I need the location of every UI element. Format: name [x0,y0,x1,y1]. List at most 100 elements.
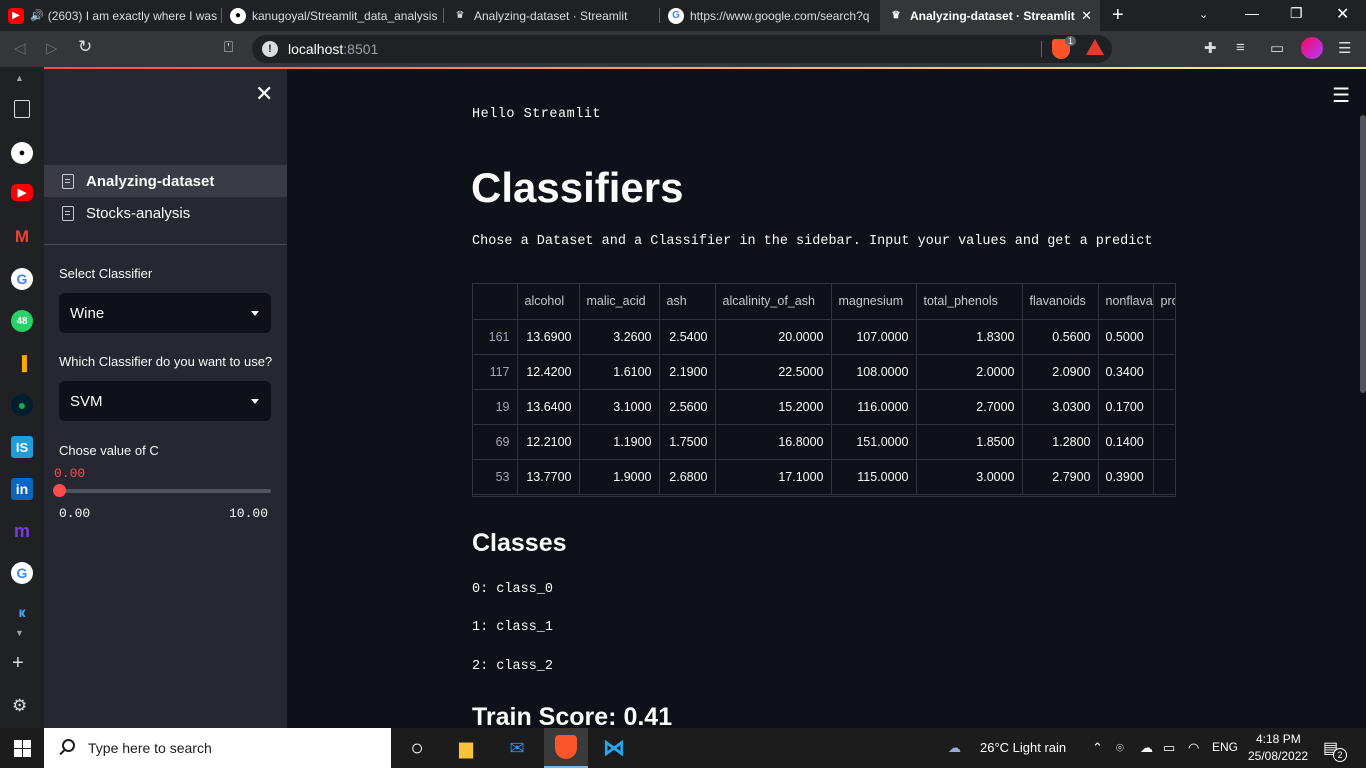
profile-avatar[interactable] [1301,37,1323,59]
analytics-icon[interactable]: ▐ [11,352,33,374]
table-cell[interactable]: 1.8500 [916,424,1023,460]
browser-tab[interactable]: ● kanugoyal/Streamlit_data_analysis [222,0,444,31]
browser-tab[interactable]: ♛ Analyzing-dataset · Streamlit [444,0,660,31]
kite-icon[interactable]: ҝ [11,601,33,623]
table-cell[interactable]: 16.8000 [715,424,832,460]
column-header[interactable]: nonflava [1098,284,1154,320]
table-cell[interactable]: 108.0000 [831,354,917,390]
site-info-icon[interactable]: ! [262,41,278,57]
medium-icon[interactable]: m [11,520,33,542]
clock-date[interactable]: 25/08/2022 [1248,749,1308,763]
restore-icon[interactable]: ❐ [1290,5,1303,22]
table-cell[interactable]: 15.2000 [715,389,832,425]
table-cell[interactable]: 115.0000 [831,459,917,495]
row-index-cell[interactable]: 53 [473,459,518,495]
google-icon[interactable]: G [11,562,33,584]
mongodb-icon[interactable]: ● [11,394,33,416]
meet-now-icon[interactable]: ⌾ [1116,740,1124,756]
table-cell[interactable]: 151.0000 [831,424,917,460]
playlist-icon[interactable]: ≡ [1236,39,1245,56]
table-cell[interactable]: 13.6400 [517,389,580,425]
row-index-cell[interactable]: 19 [473,389,518,425]
add-site-icon[interactable]: + [12,652,24,675]
vscode-icon[interactable]: ⋈ [600,734,628,762]
forward-icon[interactable]: ▷ [46,39,58,57]
index-header[interactable] [473,284,518,320]
table-cell[interactable]: 1.1900 [579,424,660,460]
row-index-cell[interactable]: 69 [473,424,518,460]
column-header[interactable]: alcalinity_of_ash [715,284,832,320]
row-index-cell[interactable]: 117 [473,354,518,390]
scroll-up-icon[interactable]: ▲ [15,73,24,83]
table-cell[interactable]: 2.7000 [916,389,1023,425]
table-cell[interactable]: 0.1400 [1098,424,1154,460]
table-cell[interactable]: 0.1700 [1098,389,1154,425]
table-cell[interactable]: 22.5000 [715,354,832,390]
table-cell[interactable]: 2.6800 [659,459,716,495]
dataframe-table[interactable]: alcohol malic_acid ash alcalinity_of_ash mag… [472,283,1176,497]
browser-tab[interactable]: ▶ 🔊 (2603) I am exactly where I was [0,0,222,31]
onedrive-icon[interactable]: ☁ [1140,740,1153,756]
table-cell[interactable]: 2.5400 [659,319,716,355]
table-cell[interactable]: 20.0000 [715,319,832,355]
table-cell[interactable]: 0.3400 [1098,354,1154,390]
column-header[interactable]: magnesium [831,284,917,320]
language-indicator[interactable]: ENG [1212,740,1238,754]
table-cell[interactable]: 0.3900 [1098,459,1154,495]
chevron-up-icon[interactable]: ⌃ [1092,740,1103,756]
table-cell[interactable]: 12.2100 [517,424,580,460]
table-cell[interactable]: 107.0000 [831,319,917,355]
browser-tab-active[interactable]: ♛ Analyzing-dataset · Streamlit ✕ [880,0,1100,31]
table-cell[interactable]: 3.1000 [579,389,660,425]
youtube-icon[interactable]: ▶ [11,184,33,201]
table-cell[interactable]: 3.2600 [579,319,660,355]
column-header[interactable]: malic_acid [579,284,660,320]
close-tab-icon[interactable]: ✕ [1075,8,1092,24]
close-window-icon[interactable]: ✕ [1336,4,1349,24]
column-header[interactable]: total_phenols [916,284,1023,320]
column-header[interactable]: proar [1153,284,1175,320]
classifier-select[interactable]: SVM [59,381,271,421]
back-icon[interactable]: ◁ [14,39,26,57]
address-bar[interactable]: ! localhost:8501 1 [252,35,1112,63]
table-cell[interactable]: 1.9000 [579,459,660,495]
nav-item-analyzing-dataset[interactable]: Analyzing-dataset [44,165,287,197]
scrollbar[interactable] [1360,115,1366,393]
c-slider-track[interactable] [59,489,271,493]
cortana-icon[interactable]: ○ [403,734,431,762]
table-cell[interactable] [1153,319,1175,355]
linkedin-icon[interactable]: in [11,478,33,500]
interviewbit-icon[interactable]: IS [11,436,33,458]
tab-search-icon[interactable]: ⌄ [1199,8,1208,21]
scroll-down-icon[interactable]: ▼ [15,628,24,638]
table-cell[interactable]: 1.7500 [659,424,716,460]
table-cell[interactable]: 12.4200 [517,354,580,390]
taskbar-search-input[interactable]: Type here to search [44,728,391,768]
weather-text[interactable]: 26°C Light rain [980,740,1066,755]
dataset-select[interactable]: Wine [59,293,271,333]
table-cell[interactable]: 3.0300 [1022,389,1099,425]
table-cell[interactable]: 0.5600 [1022,319,1099,355]
table-cell[interactable]: 2.0000 [916,354,1023,390]
table-cell[interactable]: 1.2800 [1022,424,1099,460]
table-cell[interactable]: 1.8300 [916,319,1023,355]
table-cell[interactable]: 13.7700 [517,459,580,495]
speaker-icon[interactable]: 🔊 [30,9,44,22]
nav-item-stocks-analysis[interactable]: Stocks-analysis [44,197,287,229]
wallet-icon[interactable]: ▭ [1270,39,1284,57]
clock-time[interactable]: 4:18 PM [1256,732,1301,746]
minimize-icon[interactable]: — [1245,5,1259,21]
table-cell[interactable]: 2.0900 [1022,354,1099,390]
whatsapp-icon[interactable]: 48 [11,310,33,332]
hamburger-menu-icon[interactable]: ☰ [1332,83,1350,108]
row-index-cell[interactable]: 161 [473,319,518,355]
table-cell[interactable]: 0.5000 [1098,319,1154,355]
table-cell[interactable]: 17.1000 [715,459,832,495]
table-cell[interactable] [1153,459,1175,495]
table-cell[interactable] [1153,354,1175,390]
extensions-icon[interactable]: ✚ [1204,39,1217,57]
table-cell[interactable]: 2.1900 [659,354,716,390]
column-header[interactable]: flavanoids [1022,284,1099,320]
battery-icon[interactable]: ▭ [1163,740,1175,756]
table-cell[interactable]: 13.6900 [517,319,580,355]
